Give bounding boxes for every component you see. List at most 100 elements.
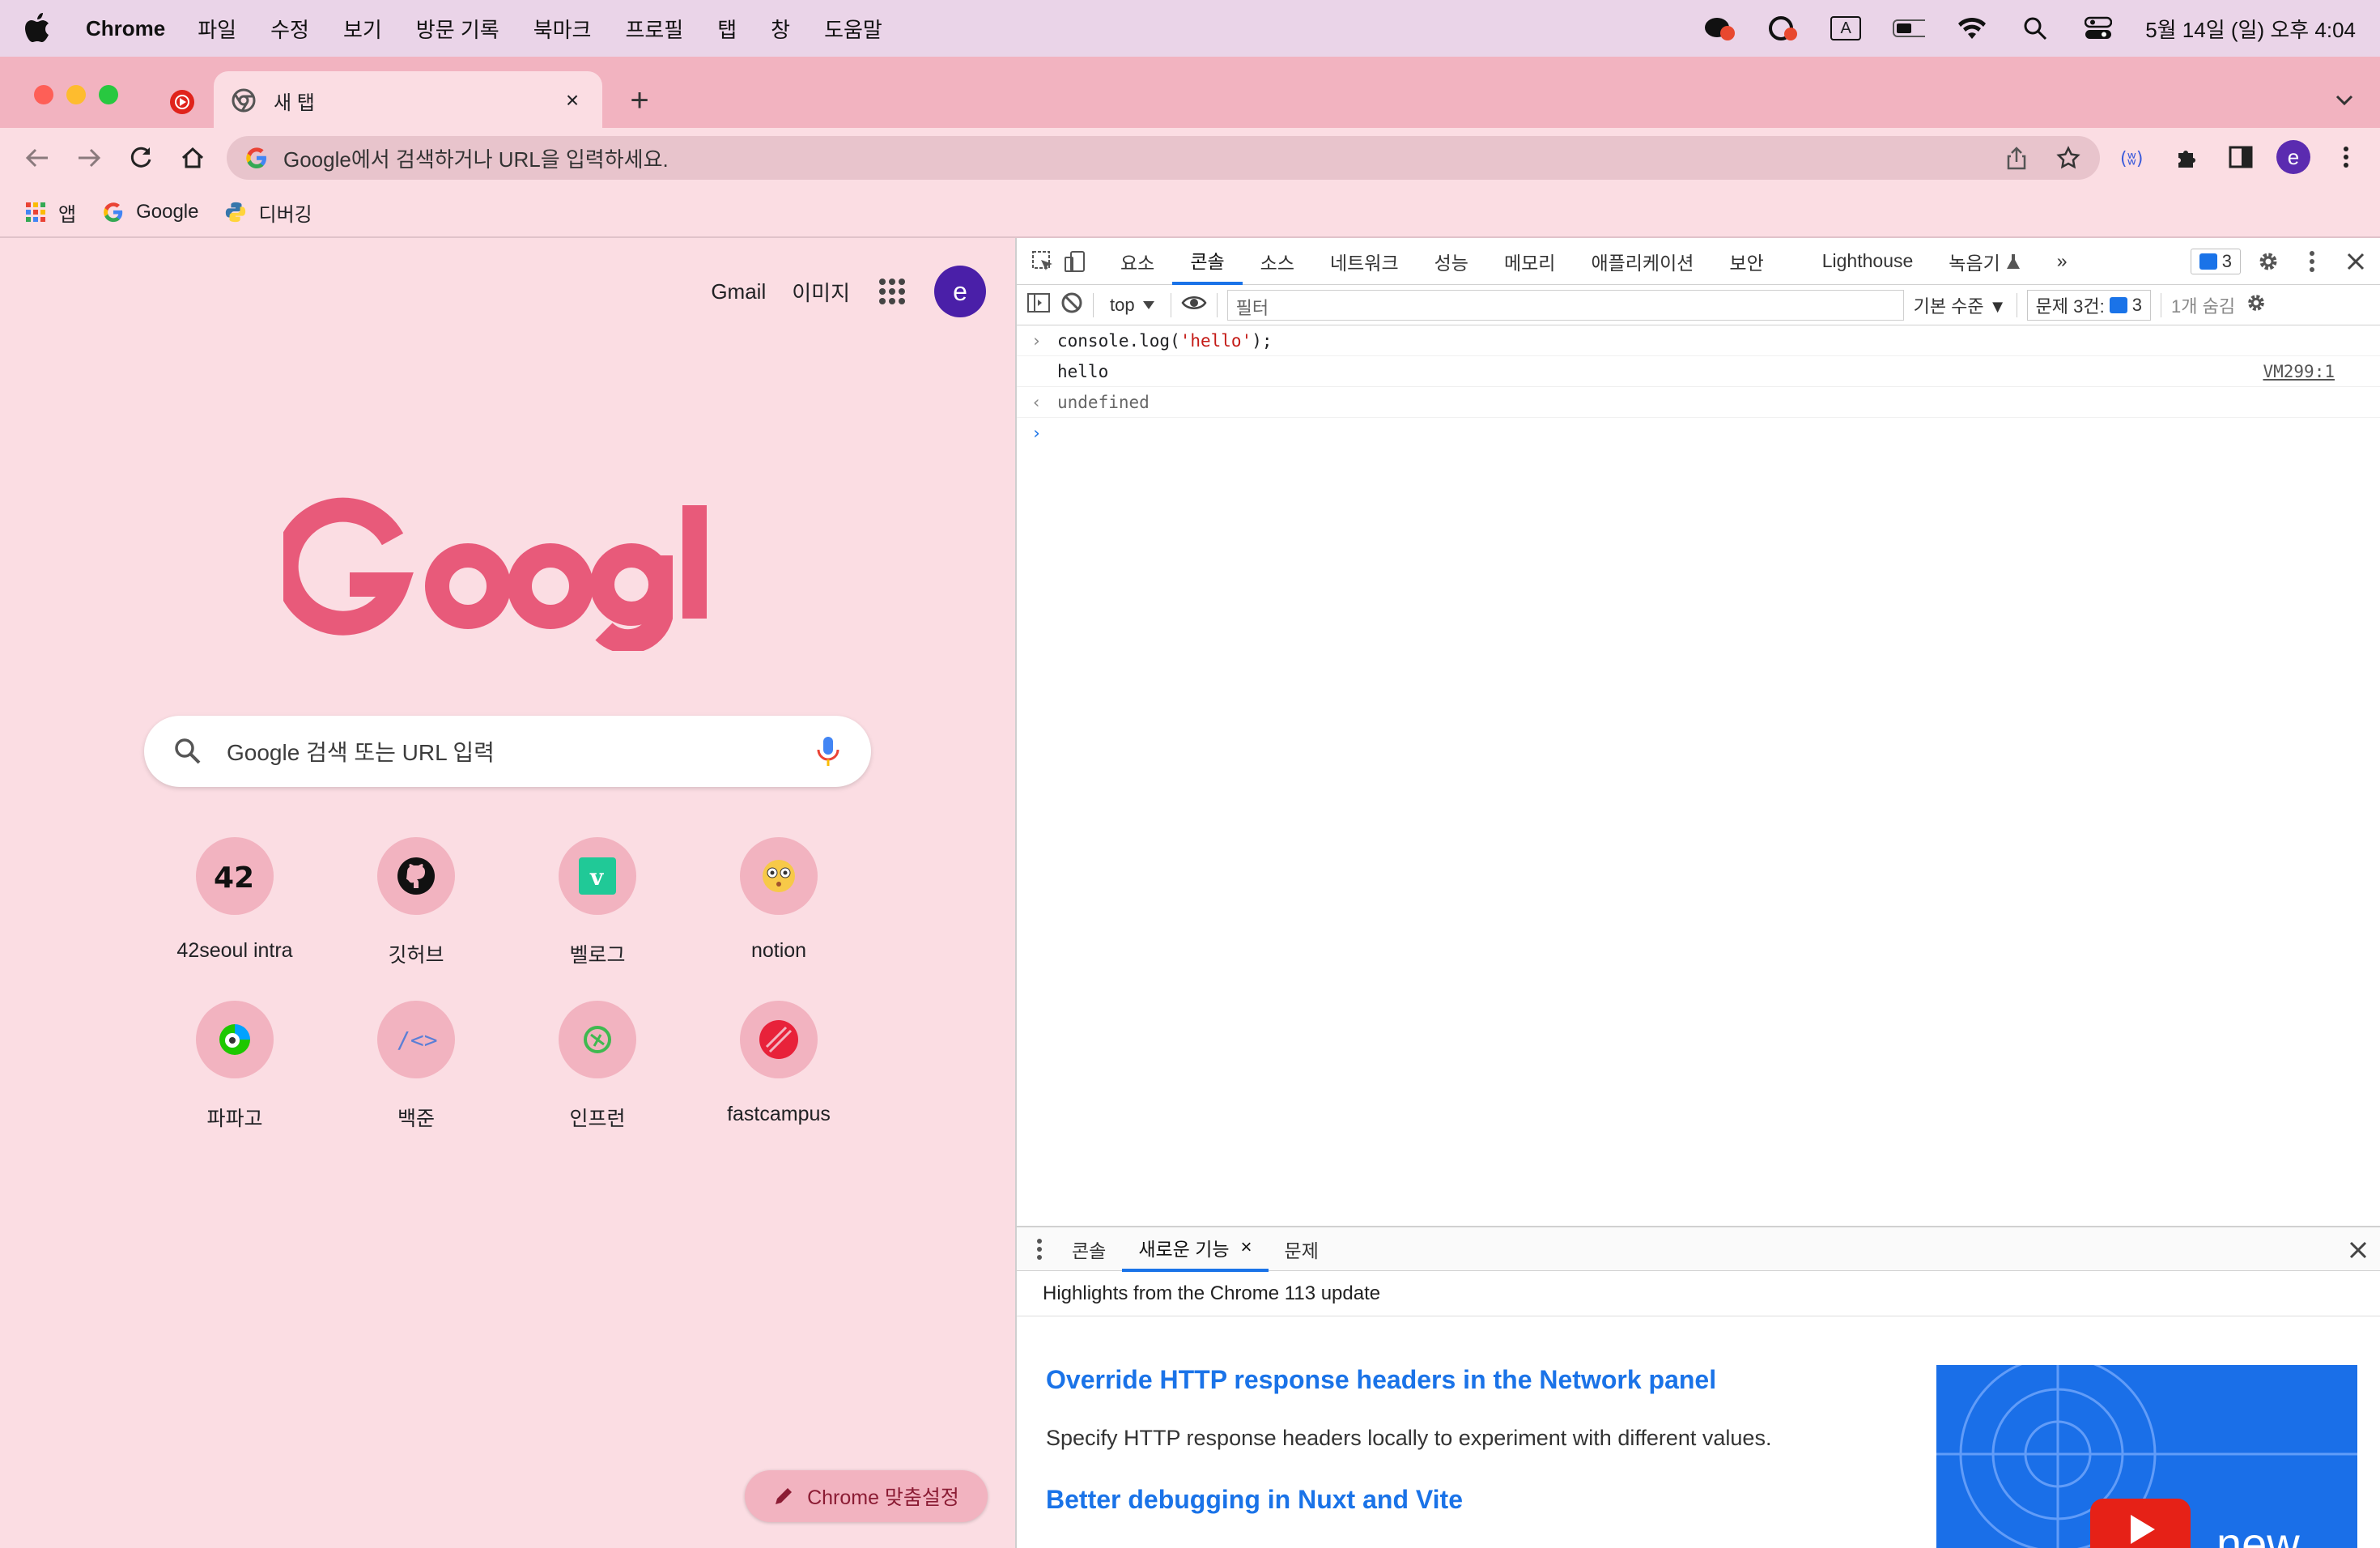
- issues-counter-button[interactable]: 문제 3건: 3: [2026, 289, 2151, 321]
- address-bar[interactable]: Google에서 검색하거나 URL을 입력하세요.: [227, 136, 2100, 180]
- bookmark-star-icon[interactable]: [2055, 144, 2082, 172]
- window-minimize-button[interactable]: [66, 85, 86, 104]
- side-panel-icon[interactable]: [2223, 139, 2259, 175]
- menu-file[interactable]: 파일: [198, 14, 236, 44]
- ntp-search-box[interactable]: Google 검색 또는 URL 입력: [144, 716, 871, 787]
- account-avatar[interactable]: e: [934, 266, 986, 317]
- customize-chrome-button[interactable]: Chrome 맞춤설정: [745, 1470, 988, 1522]
- google-apps-icon[interactable]: [876, 275, 908, 308]
- reload-button[interactable]: [123, 140, 159, 176]
- console-input-line[interactable]: › console.log('hello');: [1017, 325, 2380, 356]
- images-link[interactable]: 이미지: [792, 277, 850, 307]
- source-link[interactable]: VM299:1: [2263, 362, 2335, 381]
- window-close-button[interactable]: [34, 85, 53, 104]
- chat-notification-icon[interactable]: [1703, 12, 1736, 45]
- whats-new-thumbnail[interactable]: new: [1936, 1365, 2357, 1548]
- window-zoom-button[interactable]: [99, 85, 118, 104]
- drawer-close-icon[interactable]: [2349, 1239, 2367, 1265]
- drawer-menu-kebab-icon[interactable]: [1023, 1238, 1056, 1261]
- gmail-link[interactable]: Gmail: [711, 279, 766, 304]
- menu-edit[interactable]: 수정: [270, 14, 309, 44]
- tab-recorder[interactable]: 녹음기: [1931, 238, 2038, 285]
- tab-network[interactable]: 네트워크: [1312, 238, 1417, 285]
- velog-icon: v: [559, 837, 636, 915]
- menu-clock[interactable]: 5월 14일 (일) 오후 4:04: [2145, 14, 2356, 44]
- console-result-line[interactable]: ‹ undefined: [1017, 387, 2380, 418]
- devtools-menu-kebab-icon[interactable]: [2296, 245, 2328, 278]
- devtools-close-icon[interactable]: [2340, 245, 2372, 278]
- menu-window[interactable]: 창: [771, 14, 790, 44]
- tab-elements[interactable]: 요소: [1103, 238, 1172, 285]
- wifi-icon[interactable]: [1956, 12, 1988, 45]
- shortcut-grid: 42 42seoul intra 깃허브 v 벨로그 notion 파파고 /<…: [144, 837, 871, 1132]
- shortcut-github[interactable]: 깃허브: [325, 837, 507, 968]
- menu-app-name[interactable]: Chrome: [86, 16, 165, 41]
- new-tab-button[interactable]: +: [623, 83, 656, 118]
- tab-application[interactable]: 애플리케이션: [1573, 238, 1711, 285]
- console-log-line[interactable]: hello VM299:1: [1017, 356, 2380, 387]
- whats-new-heading: Highlights from the Chrome 113 update: [1017, 1271, 2380, 1316]
- bookmark-debugging[interactable]: 디버깅: [224, 198, 312, 227]
- tab-search-chevron-icon[interactable]: [2330, 86, 2359, 115]
- bookmark-apps[interactable]: 앱: [24, 198, 76, 227]
- input-source-icon[interactable]: A: [1830, 12, 1862, 45]
- console-settings-gear-icon[interactable]: [2245, 291, 2267, 319]
- issues-badge[interactable]: 3: [2190, 249, 2241, 274]
- shortcut-42seoul[interactable]: 42 42seoul intra: [144, 837, 325, 968]
- tab-title: 새 탭: [274, 91, 315, 114]
- sidebar-toggle-icon[interactable]: [1026, 292, 1051, 318]
- device-toolbar-icon[interactable]: [1059, 245, 1091, 278]
- control-center-icon[interactable]: [2082, 12, 2114, 45]
- more-tabs-button[interactable]: »: [2039, 238, 2085, 285]
- menu-bookmarks[interactable]: 북마크: [533, 14, 592, 44]
- console-prompt-line[interactable]: ›: [1017, 418, 2380, 449]
- extensions-puzzle-icon[interactable]: [2170, 139, 2205, 175]
- tab-sources[interactable]: 소스: [1243, 238, 1312, 285]
- menu-profile[interactable]: 프로필: [625, 14, 683, 44]
- voice-search-mic-icon[interactable]: [814, 735, 842, 768]
- inspect-element-icon[interactable]: [1026, 245, 1059, 278]
- shortcut-velog[interactable]: v 벨로그: [507, 837, 688, 968]
- menu-history[interactable]: 방문 기록: [416, 14, 499, 44]
- pinned-tab-youtube-music[interactable]: [166, 86, 198, 118]
- bookmark-google[interactable]: Google: [102, 201, 198, 223]
- tab-performance[interactable]: 성능: [1417, 238, 1486, 285]
- home-button[interactable]: [175, 140, 210, 176]
- shortcut-baekjoon[interactable]: /<> 백준: [325, 1001, 507, 1132]
- drawer-tab-whats-new[interactable]: 새로운 기능 ×: [1122, 1227, 1269, 1272]
- tab-close-icon[interactable]: ×: [560, 87, 584, 113]
- tab-security[interactable]: 보안: [1711, 238, 1781, 285]
- shortcut-fastcampus[interactable]: fastcampus: [688, 1001, 869, 1132]
- drawer-tab-issues[interactable]: 문제: [1269, 1227, 1335, 1272]
- clear-console-icon[interactable]: [1060, 291, 1083, 319]
- console-output[interactable]: › console.log('hello'); hello VM299:1 ‹ …: [1017, 325, 2380, 449]
- shortcut-inflearn[interactable]: 인프런: [507, 1001, 688, 1132]
- menu-view[interactable]: 보기: [343, 14, 382, 44]
- menu-help[interactable]: 도움말: [824, 14, 882, 44]
- apple-icon[interactable]: [24, 12, 53, 45]
- log-level-dropdown[interactable]: 기본 수준 ▼: [1914, 292, 2007, 318]
- result-value: undefined: [1057, 392, 1150, 412]
- profile-avatar-button[interactable]: e: [2276, 140, 2310, 174]
- creative-cloud-icon[interactable]: [1766, 12, 1799, 45]
- menu-tab[interactable]: 탭: [717, 14, 737, 44]
- console-filter-input[interactable]: 필터: [1226, 289, 1904, 321]
- shortcut-papago[interactable]: 파파고: [144, 1001, 325, 1132]
- spotlight-search-icon[interactable]: [2019, 12, 2051, 45]
- forward-button[interactable]: [71, 140, 107, 176]
- context-selector[interactable]: top: [1103, 295, 1161, 316]
- tab-console[interactable]: 콘솔: [1172, 238, 1243, 285]
- drawer-tab-close-icon[interactable]: ×: [1241, 1236, 1252, 1259]
- tab-memory[interactable]: 메모리: [1486, 238, 1573, 285]
- back-button[interactable]: [19, 140, 55, 176]
- tab-new-tab[interactable]: 새 탭 ×: [214, 71, 602, 130]
- live-expression-eye-icon[interactable]: [1181, 294, 1207, 317]
- drawer-tab-console[interactable]: 콘솔: [1056, 1227, 1122, 1272]
- share-icon[interactable]: [2003, 144, 2030, 172]
- extension-vue-icon[interactable]: (ʬ): [2116, 139, 2152, 175]
- settings-gear-icon[interactable]: [2252, 245, 2284, 278]
- tab-lighthouse[interactable]: Lighthouse: [1782, 238, 1932, 285]
- battery-icon[interactable]: [1893, 12, 1926, 45]
- chrome-menu-kebab-icon[interactable]: [2328, 139, 2364, 175]
- shortcut-notion[interactable]: notion: [688, 837, 869, 968]
